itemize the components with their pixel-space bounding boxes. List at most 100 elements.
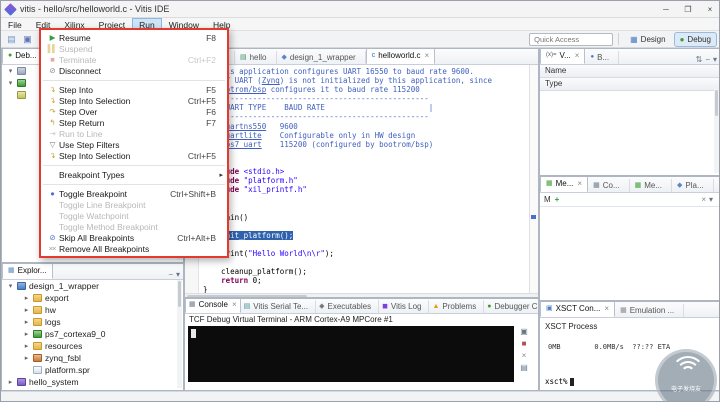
maximize-button[interactable]: ❐ bbox=[677, 1, 699, 17]
debug-virtual-terminal[interactable] bbox=[188, 326, 514, 382]
skip-breakpoints-icon: ⊘ bbox=[45, 233, 59, 242]
ruler-mark bbox=[531, 215, 536, 219]
platform-icon: ◆ bbox=[677, 182, 682, 189]
view-menu-icon[interactable]: ▾ bbox=[713, 56, 717, 64]
column-header-name[interactable]: Name bbox=[540, 65, 720, 78]
collapse-all-icon[interactable]: − bbox=[705, 56, 710, 64]
menu-item[interactable]: ▌▌ Suspend bbox=[41, 43, 227, 54]
system-icon bbox=[17, 378, 26, 386]
code-line: * uartlite Configurable only in HW desig… bbox=[203, 131, 529, 140]
console-tab[interactable]: ▤ Vitis Serial Te... bbox=[241, 300, 316, 313]
xsct-tab[interactable]: ▣ XSCT Con... × bbox=[540, 301, 615, 317]
code-line: } bbox=[203, 285, 529, 293]
memory-icon: ▦ bbox=[546, 180, 553, 187]
close-tab-icon[interactable]: × bbox=[604, 304, 609, 313]
xsct-tab[interactable]: ▦ Emulation ... bbox=[615, 304, 684, 317]
tab-explorer[interactable]: ▦ Explor... bbox=[2, 263, 53, 279]
explorer-tree-item[interactable]: ▸ export bbox=[2, 292, 183, 304]
app-icon bbox=[33, 354, 42, 362]
terminate-icon: ■ bbox=[45, 55, 59, 64]
perspective-button[interactable]: ● Debug bbox=[674, 32, 717, 47]
editor-tab[interactable]: ◆ design_1_wrapper bbox=[277, 51, 366, 64]
menu-item[interactable]: ×× Remove All Breakpoints bbox=[41, 243, 227, 254]
xsct-prompt[interactable]: xsct% bbox=[545, 377, 574, 386]
console-tab[interactable]: ▦ Console × bbox=[185, 298, 241, 313]
menu-item[interactable]: ↰ Step Return F7 bbox=[41, 117, 227, 128]
quick-access-box[interactable]: Quick Access bbox=[529, 33, 613, 46]
explorer-scrollbar[interactable] bbox=[177, 280, 182, 388]
collapse-all-icon[interactable]: − bbox=[168, 271, 173, 279]
menu-item[interactable]: ⇥ Run to Line bbox=[41, 128, 227, 139]
explorer-tree-item[interactable]: ▸ hw bbox=[2, 304, 183, 316]
console-tab[interactable]: ◼ Vitis Log bbox=[379, 300, 429, 313]
explorer-tree-item[interactable]: ▾ design_1_wrapper bbox=[2, 280, 183, 292]
remove-monitor-icon[interactable]: × bbox=[701, 196, 706, 204]
explorer-tree-item[interactable]: ▸ hello_system bbox=[2, 376, 183, 388]
console-tab[interactable]: ◆ Executables bbox=[316, 300, 379, 313]
explorer-tree-item[interactable]: platform.spr bbox=[2, 364, 183, 376]
variables-tab[interactable]: (x)= V... × bbox=[540, 48, 585, 64]
menu-item[interactable]: Toggle Line Breakpoint bbox=[41, 199, 227, 210]
explorer-tree-item[interactable]: ▸ zynq_fsbl bbox=[2, 352, 183, 364]
vitis-logo-icon bbox=[4, 3, 17, 16]
menu-item[interactable]: Toggle Method Breakpoint bbox=[41, 221, 227, 232]
close-button[interactable]: × bbox=[699, 1, 720, 17]
menu-item[interactable]: ⊘ Skip All Breakpoints Ctrl+Alt+B bbox=[41, 232, 227, 243]
menu-item[interactable]: ● Toggle Breakpoint Ctrl+Shift+B bbox=[41, 188, 227, 199]
xsct-process-label: XSCT Process bbox=[540, 318, 720, 331]
close-tab-icon[interactable]: × bbox=[424, 51, 429, 60]
editor-tab[interactable]: c helloworld.c × bbox=[366, 48, 435, 64]
serial-terminal-icon: ▤ bbox=[244, 303, 251, 310]
minimize-button[interactable]: ─ bbox=[655, 1, 677, 17]
menu-item[interactable]: ⊘ Disconnect bbox=[41, 65, 227, 76]
menu-item[interactable]: ↷ Step Over F6 bbox=[41, 106, 227, 117]
variables-tab[interactable]: ● B... bbox=[585, 51, 619, 64]
code-line: */ bbox=[203, 149, 529, 158]
menubar-item[interactable]: File bbox=[1, 18, 29, 30]
menu-item[interactable]: ▶ Resume F8 bbox=[41, 32, 227, 43]
close-tab-icon[interactable]: × bbox=[232, 300, 237, 309]
console-tab[interactable]: ▲ Problems bbox=[429, 300, 484, 313]
code-line: * PS7 UART (Zynq) is not initialized by … bbox=[203, 76, 529, 85]
console-tab[interactable]: ● Debugger Co... bbox=[484, 300, 539, 313]
step-into-selection-icon: ↴ bbox=[45, 151, 59, 160]
menu-item[interactable]: ↴ Step Into Selection Ctrl+F5 bbox=[41, 150, 227, 161]
close-icon[interactable]: × bbox=[522, 352, 527, 360]
memory-tab[interactable]: ▦ Me... × bbox=[540, 176, 588, 192]
explorer-tree-item[interactable]: ▸ logs bbox=[2, 316, 183, 328]
code-editor[interactable]: * This application configures UART 16550… bbox=[185, 65, 538, 293]
menu-item[interactable]: Breakpoint Types ▸ bbox=[41, 169, 227, 180]
menu-item[interactable]: ■ Terminate Ctrl+F2 bbox=[41, 54, 227, 65]
status-bar bbox=[1, 391, 720, 402]
stop-icon[interactable]: ■ bbox=[522, 340, 527, 348]
new-icon[interactable]: ▤ bbox=[5, 33, 18, 46]
console-panel: ▦ Console × ▤ Vitis Serial Te... ◆ Execu… bbox=[184, 298, 539, 391]
close-tab-icon[interactable]: × bbox=[577, 179, 582, 188]
explorer-tree-item[interactable]: ▸ ps7_cortexa9_0 bbox=[2, 328, 183, 340]
close-tab-icon[interactable]: × bbox=[575, 51, 580, 60]
terminal-icon[interactable]: ▣ bbox=[520, 328, 528, 336]
explorer-tree-item[interactable]: ▸ resources bbox=[2, 340, 183, 352]
watermark-badge: 电子发烧友 bbox=[655, 349, 717, 402]
menu-item[interactable]: ↴ Step Into F5 bbox=[41, 84, 227, 95]
code-line: { bbox=[203, 222, 529, 231]
view-menu-icon[interactable]: ▾ bbox=[176, 271, 180, 279]
save-icon[interactable]: ▣ bbox=[21, 33, 34, 46]
memory-tab[interactable]: ▦ Me... bbox=[630, 179, 672, 192]
thread-icon bbox=[17, 91, 26, 99]
variables-scrollbar[interactable] bbox=[714, 89, 719, 173]
column-header-type[interactable]: Type bbox=[540, 78, 720, 91]
memory-tab[interactable]: ▦ Co... bbox=[588, 179, 630, 192]
variables-tabs: (x)= V... × ● B... ⇅ − bbox=[540, 49, 720, 65]
view-menu-icon[interactable]: ▾ bbox=[709, 196, 713, 204]
show-columns-icon[interactable]: ⇅ bbox=[696, 56, 703, 64]
perspective-button[interactable]: ▦ Design bbox=[624, 32, 671, 47]
menu-item[interactable]: Toggle Watchpoint bbox=[41, 210, 227, 221]
add-memory-monitor-icon[interactable]: + bbox=[555, 196, 560, 204]
pin-console-icon[interactable]: ▤ bbox=[520, 364, 528, 372]
memory-tab[interactable]: ◆ Pla... bbox=[672, 179, 714, 192]
menu-item[interactable]: ▽ Use Step Filters bbox=[41, 139, 227, 150]
menu-item[interactable]: ↴ Step Into Selection Ctrl+F5 bbox=[41, 95, 227, 106]
editor-tab[interactable]: ▤ hello bbox=[235, 51, 277, 64]
folder-icon bbox=[33, 306, 42, 314]
